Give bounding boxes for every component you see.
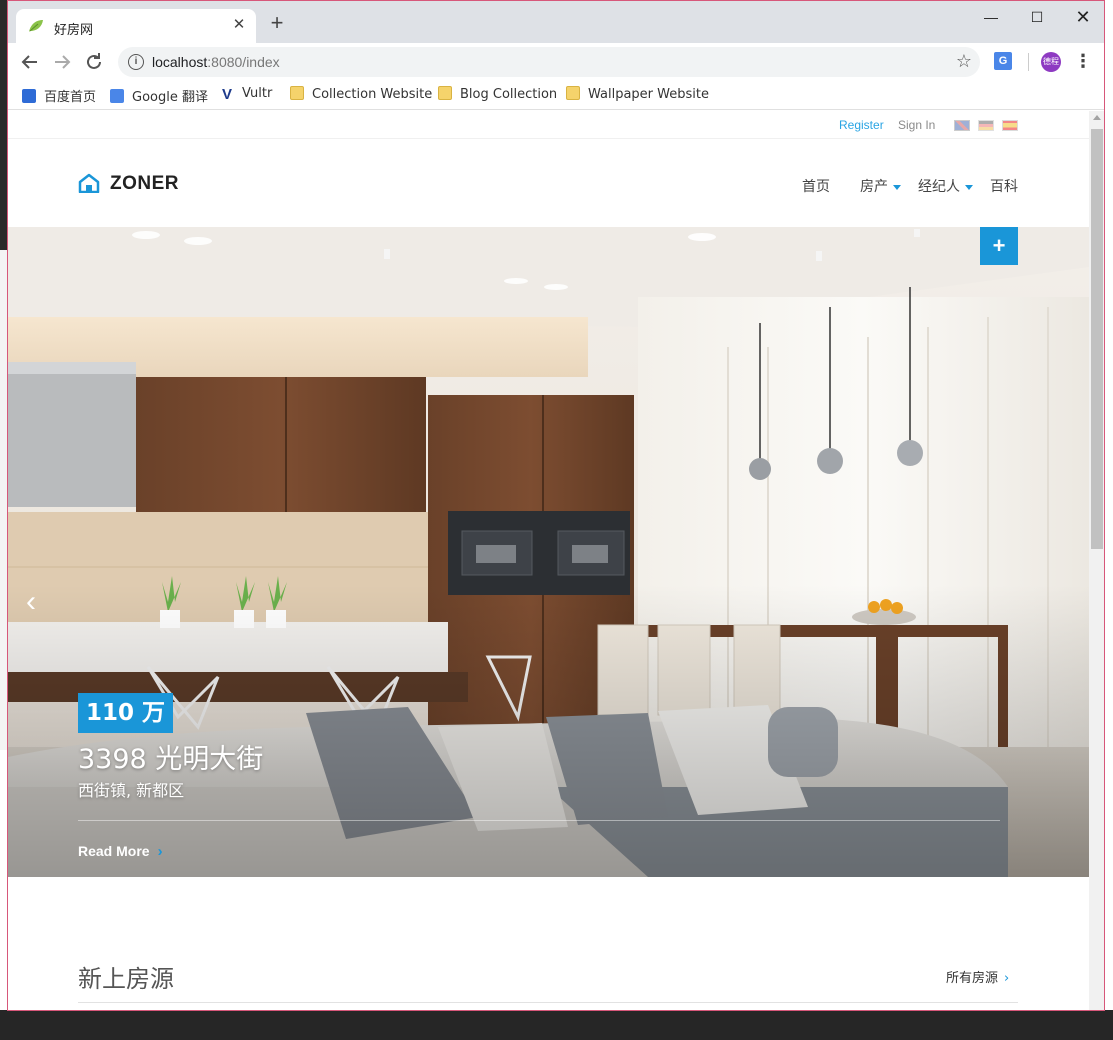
site-info-icon[interactable]: i — [128, 54, 144, 70]
tab-title: 好房网 — [54, 23, 94, 38]
desktop-background-right — [1104, 0, 1113, 1012]
sign-in-link[interactable]: Sign In — [898, 118, 935, 132]
bookmark-baidu[interactable]: 百度首页 — [22, 86, 97, 105]
chevron-right-icon: › — [157, 843, 163, 860]
url-host: localhost — [152, 54, 208, 70]
property-address[interactable]: 3398 光明大街 — [78, 737, 263, 776]
new-listings-title: 新上房源 — [78, 965, 174, 993]
all-listings-link[interactable]: 所有房源 › — [946, 967, 1009, 986]
scroll-up-arrow-icon[interactable] — [1093, 115, 1101, 120]
browser-window: 好房网 ✕ + — ☐ ✕ i localhost:8080/index ☆ G… — [7, 0, 1105, 1011]
caret-down-icon — [893, 184, 901, 190]
page-scrollbar[interactable] — [1089, 111, 1104, 1010]
bookmark-blog-collection[interactable]: Blog Collection — [438, 86, 557, 104]
hero-plus-button[interactable]: + — [980, 227, 1018, 265]
forward-arrow-icon[interactable] — [50, 50, 74, 74]
browser-toolbar: i localhost:8080/index ☆ G 德程 ⋮ — [8, 43, 1104, 80]
nav-agent[interactable]: 经纪人 — [918, 176, 973, 196]
bookmark-label: Collection Website — [312, 87, 433, 102]
uk-flag-icon[interactable] — [954, 120, 970, 131]
nav-home[interactable]: 首页 — [802, 176, 830, 196]
url-path: :8080/index — [207, 54, 280, 70]
hero-slider: + ‹ 110 万 3398 光明大街 西街镇, 新都区 Read More › — [8, 227, 1089, 877]
address-bar[interactable]: i localhost:8080/index ☆ — [118, 47, 980, 77]
bookmark-wallpaper-website[interactable]: Wallpaper Website — [566, 86, 709, 104]
site-topbar: Register Sign In — [8, 111, 1089, 139]
bookmark-star-icon[interactable]: ☆ — [956, 51, 972, 72]
toolbar-separator — [1028, 53, 1029, 71]
nav-wiki[interactable]: 百科 — [990, 176, 1018, 196]
read-more-label: Read More — [78, 843, 150, 859]
hero-divider — [78, 820, 1000, 821]
window-maximize-button[interactable]: ☐ — [1014, 5, 1060, 29]
leaf-favicon-icon — [29, 20, 43, 32]
google-translate-extension-icon[interactable]: G — [994, 52, 1012, 70]
scrollbar-thumb[interactable] — [1091, 129, 1103, 549]
window-minimize-button[interactable]: — — [968, 5, 1014, 29]
spanish-flag-icon[interactable] — [1002, 120, 1018, 131]
property-district: 西街镇, 新都区 — [78, 781, 185, 800]
back-arrow-icon[interactable] — [18, 50, 42, 74]
nav-agent-label: 经纪人 — [918, 179, 960, 195]
logo-text: ZONER — [110, 173, 179, 194]
reload-icon[interactable] — [82, 50, 106, 74]
tab-strip: 好房网 ✕ + — ☐ ✕ — [8, 1, 1104, 43]
new-tab-button[interactable]: + — [266, 12, 288, 35]
all-listings-label: 所有房源 — [946, 971, 999, 986]
vultr-icon: V — [221, 86, 232, 103]
chevron-right-icon: › — [1004, 971, 1010, 986]
os-taskbar — [0, 1010, 1113, 1040]
german-flag-icon[interactable] — [978, 120, 994, 131]
google-translate-icon — [110, 89, 124, 103]
bookmark-label: Blog Collection — [460, 87, 558, 102]
caret-down-icon — [965, 184, 973, 190]
nav-property[interactable]: 房产 — [860, 176, 901, 196]
section-divider — [78, 1002, 1018, 1003]
tab-close-icon[interactable]: ✕ — [230, 16, 248, 34]
window-close-button[interactable]: ✕ — [1060, 5, 1104, 29]
bookmark-vultr[interactable]: V Vultr — [220, 86, 272, 104]
bookmark-label: Vultr — [242, 86, 273, 101]
nav-property-label: 房产 — [860, 179, 888, 195]
browser-tab-active[interactable]: 好房网 ✕ — [16, 9, 256, 43]
page-viewport: Register Sign In ZONER 首页 房产 经纪人 百科 + ‹ … — [8, 111, 1089, 1010]
profile-avatar[interactable]: 德程 — [1041, 52, 1061, 72]
folder-icon — [566, 86, 580, 100]
site-header: ZONER 首页 房产 经纪人 百科 — [8, 139, 1089, 227]
price-badge: 110 万 — [78, 693, 174, 733]
bookmark-label: 百度首页 — [44, 90, 97, 105]
house-icon — [78, 173, 100, 193]
bookmark-label: Wallpaper Website — [588, 87, 709, 102]
baidu-icon — [22, 89, 36, 103]
bookmark-google-translate[interactable]: Google 翻译 — [110, 86, 208, 105]
bookmarks-bar: 百度首页 Google 翻译 V Vultr Collection Website… — [8, 80, 1104, 110]
folder-icon — [290, 86, 304, 100]
register-link[interactable]: Register — [839, 118, 884, 132]
read-more-link[interactable]: Read More › — [78, 843, 163, 860]
slider-prev-arrow-icon[interactable]: ‹ — [26, 587, 46, 617]
bookmark-collection-website[interactable]: Collection Website — [290, 86, 432, 104]
browser-menu-icon[interactable]: ⋮ — [1074, 50, 1092, 72]
bookmark-label: Google 翻译 — [132, 90, 208, 105]
folder-icon — [438, 86, 452, 100]
url-text[interactable]: localhost:8080/index — [152, 54, 280, 70]
